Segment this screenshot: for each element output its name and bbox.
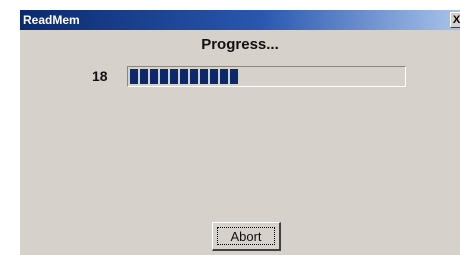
readmem-window: ReadMem X Progress... 18 Abort [20, 10, 460, 255]
title-bar[interactable]: ReadMem X [20, 10, 460, 30]
progress-bar [127, 66, 406, 87]
progress-bar-fill [130, 69, 238, 84]
window-title: ReadMem [23, 13, 80, 27]
progress-heading: Progress... [201, 36, 279, 53]
progress-count: 18 [92, 68, 108, 84]
close-icon[interactable]: X [450, 12, 460, 28]
abort-button[interactable]: Abort [212, 222, 281, 251]
abort-button-label: Abort [217, 227, 275, 245]
